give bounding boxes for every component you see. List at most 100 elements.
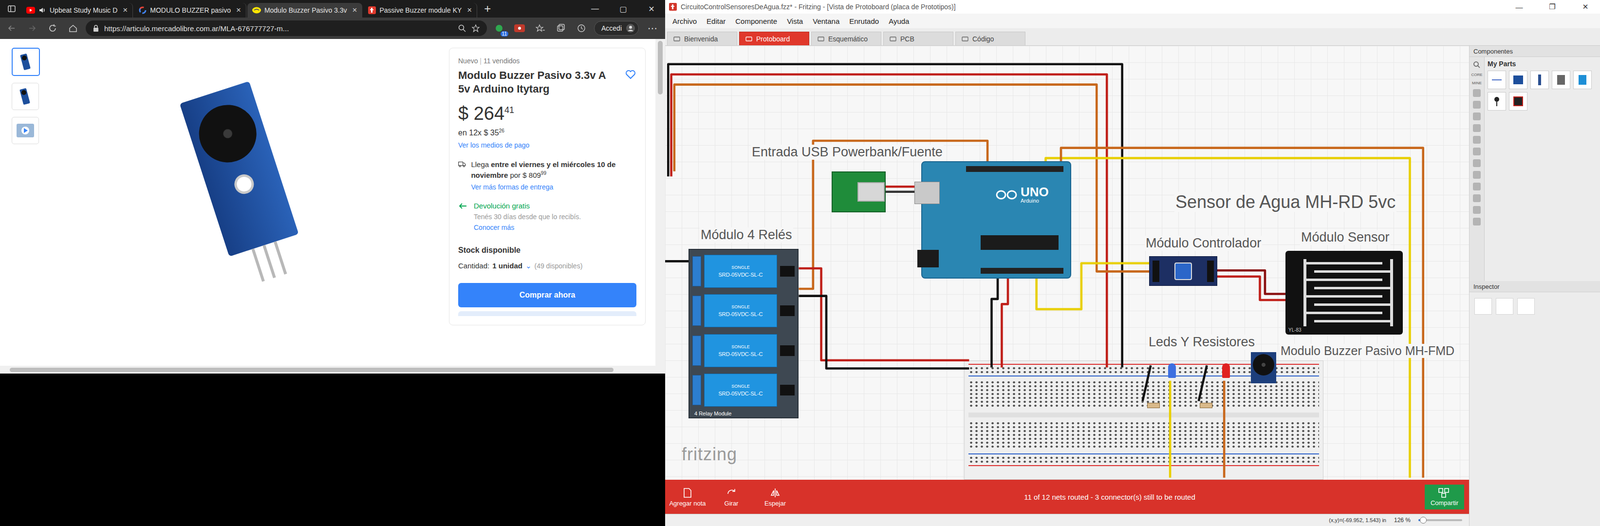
- recorder-icon[interactable]: [511, 24, 528, 33]
- window-control[interactable]: ❐: [1537, 2, 1567, 12]
- menu-item[interactable]: Componente: [730, 17, 782, 26]
- wire[interactable]: [1223, 380, 1226, 478]
- returns-link[interactable]: Conocer más: [473, 223, 581, 232]
- extension-button[interactable]: 11: [491, 20, 507, 36]
- horizontal-scrollbar[interactable]: [0, 365, 656, 374]
- bin-icon[interactable]: [1472, 205, 1481, 214]
- wire[interactable]: [668, 64, 1122, 368]
- speaker-icon[interactable]: [38, 6, 47, 15]
- profile-button[interactable]: Accedi: [594, 20, 639, 36]
- window-control[interactable]: ▢: [609, 4, 637, 14]
- scroll-thumb[interactable]: [9, 367, 614, 373]
- part-item[interactable]: [1487, 92, 1507, 111]
- browser-tab[interactable]: Passive Buzzer module KY ×: [363, 2, 478, 18]
- new-tab-button[interactable]: +: [478, 1, 497, 16]
- menu-item[interactable]: Vista: [782, 17, 808, 26]
- rain-sensor-plate[interactable]: YL-83: [1285, 250, 1403, 335]
- bin-icon[interactable]: [1472, 147, 1481, 156]
- wire[interactable]: [1169, 380, 1172, 478]
- arduino-uno[interactable]: UNO Arduino: [921, 161, 1072, 279]
- favorite-star-icon[interactable]: [471, 23, 481, 33]
- toolbar-button[interactable]: Agregar nota: [668, 486, 707, 507]
- tab-close-button[interactable]: ×: [234, 5, 242, 16]
- bin-icon[interactable]: [1472, 159, 1481, 168]
- part-item[interactable]: [1551, 70, 1571, 90]
- delivery-options-link[interactable]: Ver más formas de entrega: [470, 183, 637, 191]
- window-control[interactable]: —: [581, 4, 609, 14]
- wire[interactable]: [1213, 276, 1291, 300]
- quantity-selector[interactable]: Cantidad: 1 unidad ⌄ (49 disponibles): [458, 261, 637, 271]
- view-tab[interactable]: Protoboard: [739, 31, 810, 46]
- wire[interactable]: [665, 260, 689, 263]
- menu-item[interactable]: Enrutado: [844, 17, 884, 26]
- view-tab[interactable]: Bienvenida: [667, 31, 738, 46]
- tab-close-button[interactable]: ×: [465, 5, 472, 16]
- search-icon[interactable]: [1472, 60, 1481, 69]
- bin-icon[interactable]: [1472, 112, 1481, 121]
- history-icon[interactable]: [573, 23, 590, 34]
- window-control[interactable]: —: [1504, 2, 1534, 12]
- bin-tab[interactable]: CORE: [1470, 72, 1483, 77]
- wire[interactable]: [1045, 158, 1411, 478]
- forward-icon[interactable]: [24, 23, 40, 34]
- led[interactable]: [1168, 363, 1176, 378]
- resistor[interactable]: [1147, 402, 1160, 409]
- wire[interactable]: [1001, 271, 1008, 368]
- wire[interactable]: [1198, 365, 1208, 401]
- buy-now-button[interactable]: Comprar ahora: [458, 282, 637, 308]
- sensor-controller-board[interactable]: [1149, 256, 1218, 286]
- payment-methods-link[interactable]: Ver los medios de pago: [458, 141, 637, 149]
- tab-actions-icon[interactable]: [2, 1, 21, 17]
- toolbar-button[interactable]: Espejar: [755, 486, 795, 507]
- bin-icon[interactable]: [1472, 135, 1481, 144]
- thumbnail[interactable]: [11, 82, 39, 111]
- wire[interactable]: [674, 84, 1155, 272]
- part-item[interactable]: [1508, 92, 1528, 111]
- zoom-slider[interactable]: [1418, 519, 1463, 521]
- toolbar-button[interactable]: Girar: [711, 486, 751, 507]
- window-control[interactable]: ✕: [637, 4, 666, 14]
- favorites-icon[interactable]: [532, 23, 549, 34]
- zoom-slider-knob[interactable]: [1419, 516, 1427, 524]
- menu-item[interactable]: Archivo: [668, 17, 702, 26]
- home-icon[interactable]: [65, 23, 81, 34]
- part-item[interactable]: [1508, 70, 1528, 90]
- heart-icon[interactable]: [624, 68, 637, 81]
- view-tab[interactable]: PCB: [883, 31, 954, 46]
- scroll-thumb[interactable]: [657, 40, 663, 95]
- zoom-icon[interactable]: [457, 23, 467, 33]
- wire[interactable]: [798, 268, 969, 361]
- wire[interactable]: [798, 296, 969, 369]
- wire[interactable]: [991, 271, 998, 368]
- wire[interactable]: [1060, 148, 1424, 478]
- window-control[interactable]: ✕: [1570, 2, 1600, 12]
- part-item[interactable]: [1530, 70, 1549, 90]
- menu-item[interactable]: Ventana: [808, 17, 844, 26]
- menu-item[interactable]: Editar: [702, 17, 730, 26]
- bin-icon[interactable]: [1472, 170, 1481, 179]
- browser-tab[interactable]: MODULO BUZZER pasivo ×: [133, 2, 247, 18]
- view-tab[interactable]: Código: [955, 31, 1026, 46]
- vertical-scrollbar[interactable]: [655, 38, 666, 374]
- relay-module[interactable]: SONGLE SRD-05VDC-SL-C SONGLE SRD-05VDC-S…: [688, 248, 799, 419]
- resistor[interactable]: [1199, 402, 1213, 409]
- tab-close-button[interactable]: ×: [350, 5, 358, 16]
- bin-icon[interactable]: [1472, 124, 1481, 132]
- collections-icon[interactable]: [553, 23, 569, 34]
- browser-menu-button[interactable]: ⋯: [643, 22, 662, 35]
- part-item[interactable]: [1487, 70, 1507, 90]
- wire[interactable]: [671, 74, 1108, 368]
- thumbnail[interactable]: [11, 47, 40, 76]
- bin-icon[interactable]: [1472, 182, 1481, 191]
- bin-tab[interactable]: MINE: [1471, 80, 1482, 86]
- bin-icon[interactable]: [1472, 100, 1481, 109]
- bin-icon[interactable]: [1472, 217, 1481, 226]
- buzzer-module[interactable]: [1250, 352, 1277, 384]
- browser-tab[interactable]: Upbeat Study Music D ×: [21, 2, 133, 18]
- browser-tab[interactable]: Modulo Buzzer Pasivo 3.3v ×: [247, 2, 363, 18]
- bin-icon[interactable]: [1472, 89, 1481, 97]
- part-item[interactable]: [1573, 70, 1592, 90]
- back-icon[interactable]: [3, 23, 20, 34]
- thumbnail[interactable]: [11, 116, 39, 145]
- bin-icon[interactable]: [1472, 194, 1481, 203]
